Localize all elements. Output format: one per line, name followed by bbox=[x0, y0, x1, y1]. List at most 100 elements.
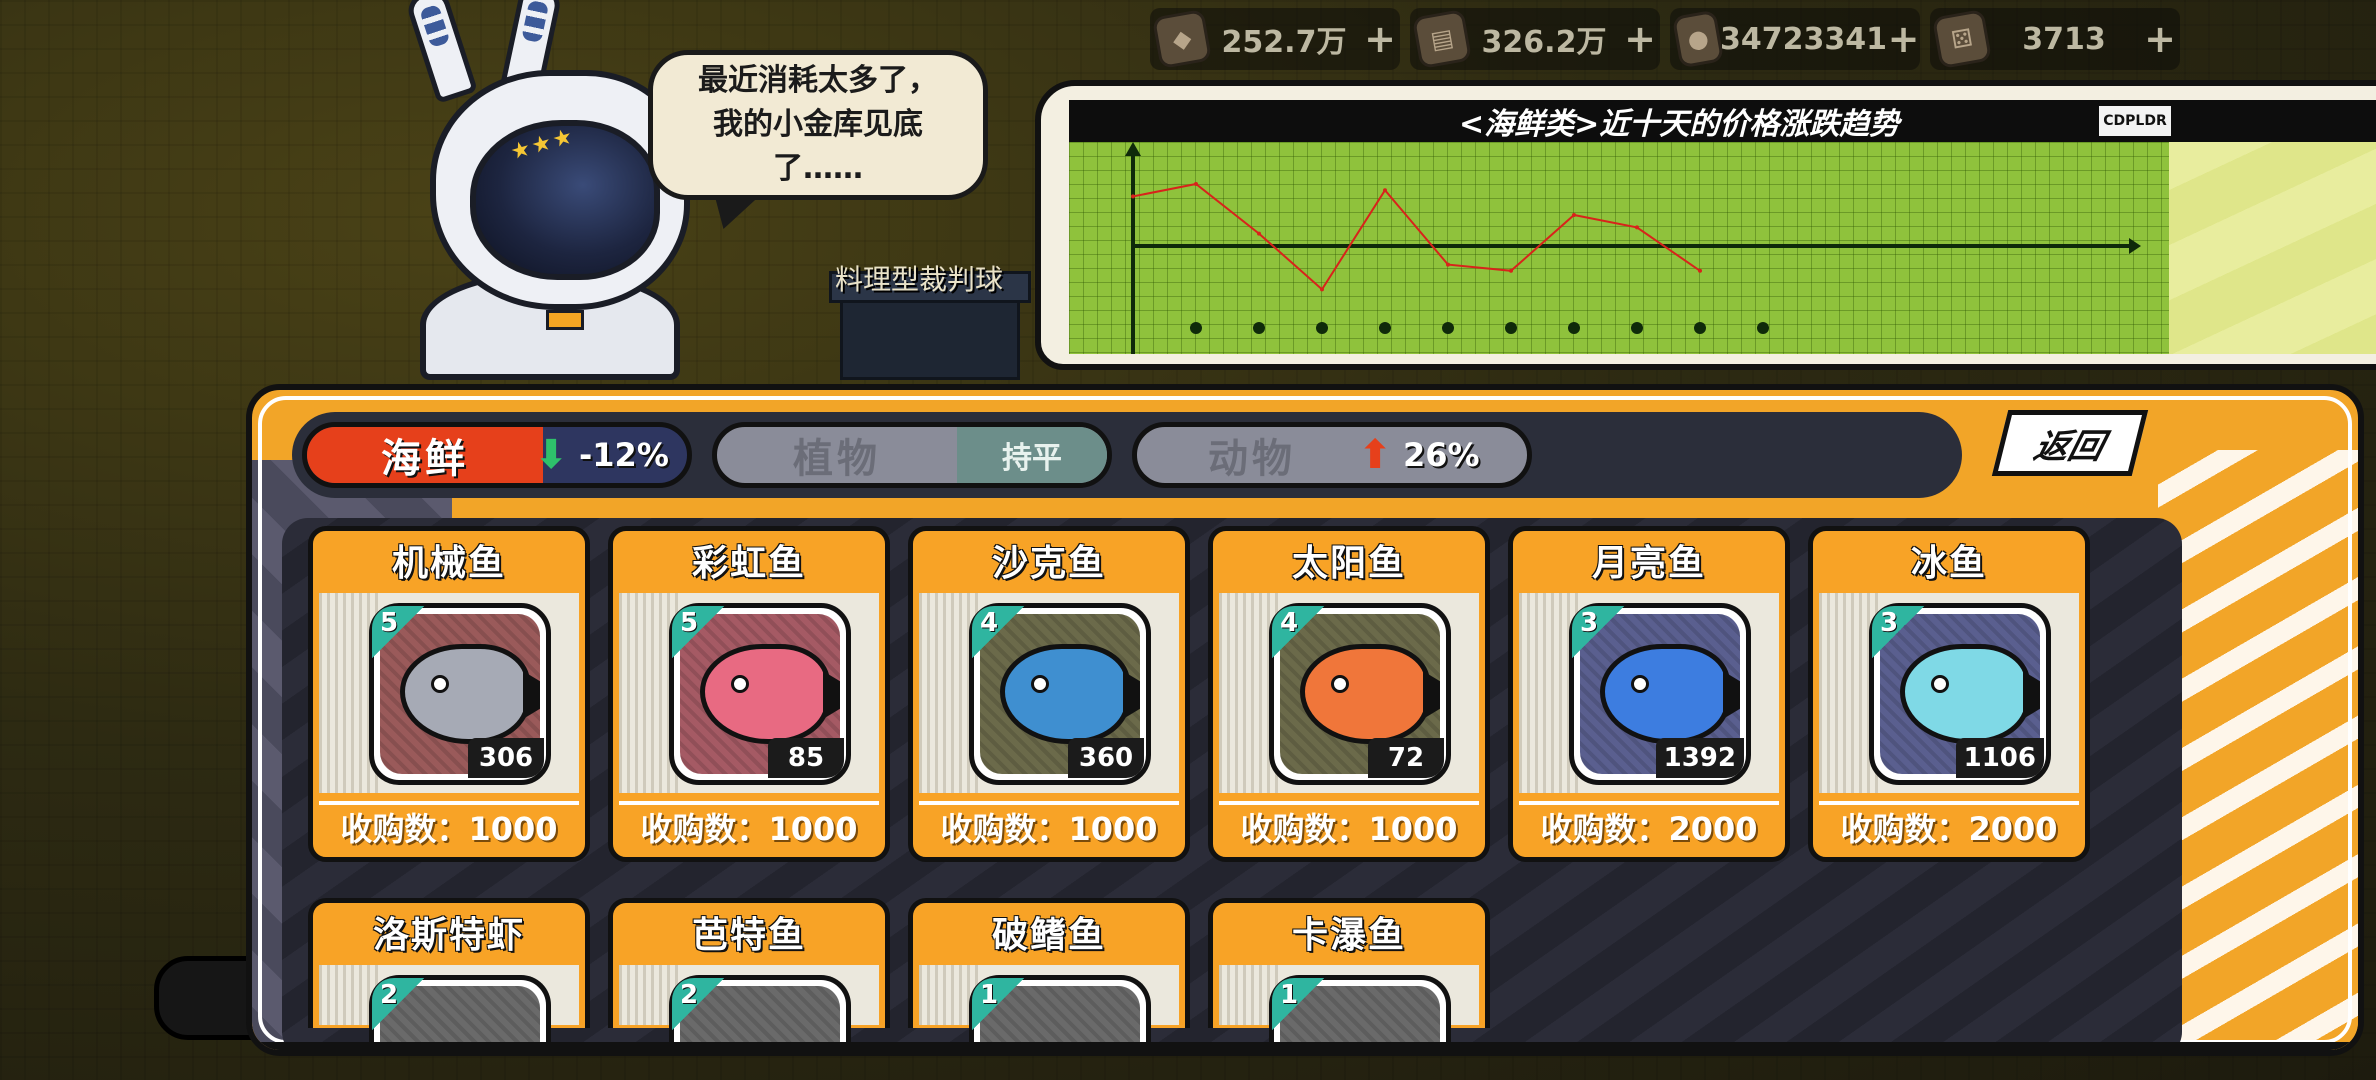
tab-label: 动物 bbox=[1208, 436, 1296, 482]
back-button[interactable]: 返回 bbox=[1991, 410, 2149, 476]
chart-title: <海鲜类>近十天的价格涨跌趋势 bbox=[1459, 107, 1900, 142]
data-point bbox=[1446, 262, 1450, 267]
item-card[interactable]: 破鳍鱼 1 bbox=[908, 898, 1190, 1050]
trend-down-icon: ⬇ bbox=[534, 432, 568, 478]
decor-stripes bbox=[2158, 450, 2358, 1050]
fish-icon bbox=[1000, 644, 1140, 744]
add-books-button[interactable]: + bbox=[1620, 17, 1660, 61]
currency-dice: ⚄ 3713 + bbox=[1930, 8, 2180, 70]
rarity-badge: 1 bbox=[1272, 978, 1324, 1030]
item-name: 破鳍鱼 bbox=[991, 915, 1106, 956]
chart-header: <海鲜类>近十天的价格涨跌趋势 CDPLDR bbox=[1069, 100, 2376, 142]
purchase-quota: 收购数：1000 bbox=[919, 801, 1179, 849]
add-coins-button[interactable]: + bbox=[1887, 17, 1920, 61]
price-trend-panel: <海鲜类>近十天的价格涨跌趋势 CDPLDR bbox=[1035, 80, 2376, 370]
currency-value: 34723341 bbox=[1719, 21, 1887, 57]
x-tick-dot bbox=[1316, 322, 1328, 334]
item-body: 1 bbox=[1219, 965, 1479, 1050]
x-tick-dot bbox=[1379, 322, 1391, 334]
trend-flat-badge: 持平 bbox=[957, 427, 1107, 483]
x-tick-dot bbox=[1757, 322, 1769, 334]
rarity-value: 4 bbox=[980, 608, 999, 638]
data-point bbox=[1509, 268, 1513, 273]
gem-icon: ◆ bbox=[1151, 8, 1213, 70]
tab-plant[interactable]: 植物 持平 bbox=[712, 422, 1112, 488]
x-tick-dot bbox=[1631, 322, 1643, 334]
item-body: 5 306 bbox=[319, 593, 579, 793]
item-card[interactable]: 芭特鱼 2 bbox=[608, 898, 890, 1050]
fish-eye bbox=[1331, 675, 1349, 693]
rarity-badge: 4 bbox=[1272, 606, 1324, 658]
tab-label-wrap: 植物 bbox=[717, 427, 957, 483]
rarity-value: 5 bbox=[680, 608, 699, 638]
tab-animal[interactable]: 动物 ⬆ 26% bbox=[1132, 422, 1532, 488]
item-card[interactable]: 月亮鱼 3 1392 收购数：2000 bbox=[1508, 526, 1790, 862]
item-card[interactable]: 卡瀑鱼 1 bbox=[1208, 898, 1490, 1050]
rarity-value: 3 bbox=[1880, 608, 1899, 638]
owned-count: 72 bbox=[1368, 738, 1444, 778]
item-name: 沙克鱼 bbox=[991, 543, 1106, 584]
fish-eye bbox=[1631, 675, 1649, 693]
x-tick-dot bbox=[1694, 322, 1706, 334]
rarity-badge: 5 bbox=[372, 606, 424, 658]
fish-eye bbox=[1031, 675, 1049, 693]
item-card[interactable]: 机械鱼 5 306 收购数：1000 bbox=[308, 526, 590, 862]
fish-icon bbox=[700, 644, 840, 744]
tab-seafood[interactable]: 海鲜 ⬇ -12% bbox=[302, 422, 692, 488]
item-body: 4 72 bbox=[1219, 593, 1479, 793]
currency-coins: ● 34723341 + bbox=[1670, 8, 1920, 70]
x-tick-dot bbox=[1442, 322, 1454, 334]
rarity-value: 3 bbox=[1580, 608, 1599, 638]
item-name: 卡瀑鱼 bbox=[1291, 915, 1406, 956]
chart-logo: CDPLDR bbox=[2099, 106, 2171, 136]
item-grid: 机械鱼 5 306 收购数：1000 彩虹鱼 5 85 收购数：1000 沙克鱼… bbox=[282, 518, 2182, 1050]
character-badge bbox=[546, 310, 584, 330]
fish-icon bbox=[1600, 644, 1740, 744]
item-body: 5 85 bbox=[619, 593, 879, 793]
coin-icon: ● bbox=[1671, 9, 1725, 69]
trend-up-icon: ⬆ bbox=[1358, 432, 1392, 478]
rarity-value: 5 bbox=[380, 608, 399, 638]
x-tick-dot bbox=[1568, 322, 1580, 334]
item-card[interactable]: 太阳鱼 4 72 收购数：1000 bbox=[1208, 526, 1490, 862]
owned-count: 1106 bbox=[1955, 738, 2044, 778]
rarity-value: 4 bbox=[1280, 608, 1299, 638]
item-portrait: 4 360 bbox=[969, 603, 1151, 785]
tab-label: 海鲜 bbox=[381, 436, 469, 482]
item-name: 冰鱼 bbox=[1910, 543, 1987, 584]
chart-side-decor bbox=[2169, 142, 2376, 354]
item-card[interactable]: 沙克鱼 4 360 收购数：1000 bbox=[908, 526, 1190, 862]
fish-icon bbox=[400, 644, 540, 744]
data-point bbox=[1635, 225, 1639, 230]
data-point bbox=[1131, 194, 1135, 199]
add-gems-button[interactable]: + bbox=[1360, 17, 1400, 61]
panel-bottom-edge bbox=[252, 1042, 2358, 1050]
add-dice-button[interactable]: + bbox=[2140, 17, 2180, 61]
rarity-badge: 2 bbox=[372, 978, 424, 1030]
item-name: 芭特鱼 bbox=[691, 915, 806, 956]
purchase-quota: 收购数：1000 bbox=[319, 801, 579, 849]
rarity-badge: 2 bbox=[672, 978, 724, 1030]
rarity-badge: 1 bbox=[972, 978, 1024, 1030]
series-line bbox=[1132, 182, 1701, 291]
tab-label-wrap: 海鲜 bbox=[307, 427, 543, 483]
item-portrait: 3 1392 bbox=[1569, 603, 1751, 785]
shop-panel: 海鲜 ⬇ -12% 植物 持平 动物 ⬆ 26% 返回 机械鱼 5 306 收购… bbox=[246, 384, 2364, 1056]
speech-bubble: 最近消耗太多了， 我的小金库见底 了…… bbox=[648, 50, 988, 200]
fish-icon bbox=[1300, 644, 1440, 744]
item-body: 3 1106 bbox=[1819, 593, 2079, 793]
item-card[interactable]: 冰鱼 3 1106 收购数：2000 bbox=[1808, 526, 2090, 862]
trend-value: 26% bbox=[1403, 436, 1480, 474]
item-card[interactable]: 洛斯特虾 2 bbox=[308, 898, 590, 1050]
item-card[interactable]: 彩虹鱼 5 85 收购数：1000 bbox=[608, 526, 890, 862]
fish-icon bbox=[1900, 644, 2040, 744]
currency-bar: ◆ 252.7万 + ▤ 326.2万 + ● 34723341 + ⚄ 371… bbox=[1150, 8, 2180, 72]
purchase-quota: 收购数：2000 bbox=[1519, 801, 1779, 849]
owned-count: 306 bbox=[468, 738, 544, 778]
item-body: 4 360 bbox=[919, 593, 1179, 793]
currency-value: 3713 bbox=[2022, 21, 2106, 57]
world-building bbox=[829, 271, 1031, 380]
rarity-value: 2 bbox=[680, 980, 699, 1010]
x-axis-arrow bbox=[2129, 238, 2141, 254]
purchase-quota: 收购数：1000 bbox=[619, 801, 879, 849]
